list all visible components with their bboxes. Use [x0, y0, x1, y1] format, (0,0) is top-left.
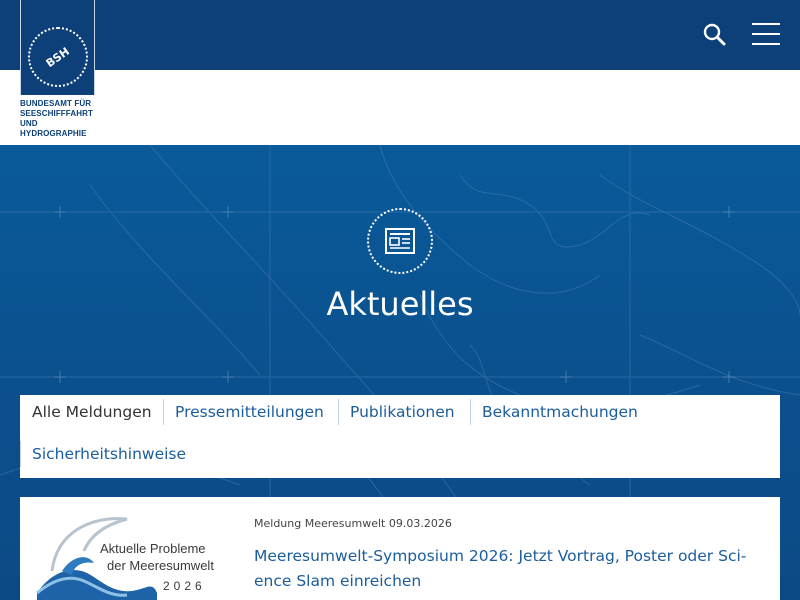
tab-divider: [20, 441, 21, 467]
news-filter-tabs: Alle Meldungen Pressemitteilungen Publik…: [20, 395, 780, 478]
newspaper-icon: [367, 208, 433, 274]
news-title-line: ence Slam einreichen: [254, 572, 422, 590]
tab-alle-meldungen[interactable]: Alle Meldungen: [32, 403, 152, 421]
news-card[interactable]: Aktuelle Probleme der Meeresumwelt 2026 …: [20, 497, 780, 600]
news-title-link[interactable]: Meeresumwelt-Symposium 2026: Jetzt Vortr…: [254, 544, 754, 594]
hamburger-menu-icon[interactable]: [752, 23, 780, 47]
thumbnail-year: 2026: [163, 579, 206, 593]
menu-bar: [752, 23, 780, 25]
logo-line: HYDROGRAPHIE: [20, 129, 87, 138]
tab-publikationen[interactable]: Publikationen: [350, 403, 455, 421]
news-meta: Meldung Meeresumwelt 09.03.2026: [254, 517, 452, 530]
thumbnail-line: Aktuelle Probleme: [100, 541, 206, 556]
menu-bar: [752, 43, 780, 45]
tab-divider: [338, 399, 339, 425]
tab-bekanntmachungen[interactable]: Bekanntmachungen: [482, 403, 638, 421]
header-white-band: [0, 70, 800, 145]
tab-divider: [470, 399, 471, 425]
news-title-line: Meeresumwelt-Symposium 2026: Jetzt Vortr…: [254, 547, 747, 565]
tab-divider: [163, 399, 164, 425]
logo-line: SEESCHIFFFAHRT: [20, 109, 93, 118]
logo-emblem: BSH: [28, 27, 88, 87]
logo-line: UND: [20, 119, 38, 128]
bsh-logo[interactable]: BSH BUNDESAMT FÜR SEESCHIFFFAHRT UND HYD…: [20, 0, 95, 145]
top-header-bar: [0, 0, 800, 70]
page-title: Aktuelles: [326, 285, 474, 323]
thumbnail-line: der Meeresumwelt: [107, 558, 214, 573]
news-thumbnail[interactable]: Aktuelle Probleme der Meeresumwelt 2026: [32, 511, 232, 600]
logo-badge: BSH: [20, 0, 95, 95]
search-icon[interactable]: [702, 22, 728, 48]
logo-line: BUNDESAMT FÜR: [20, 99, 92, 108]
logo-wordmark: BUNDESAMT FÜR SEESCHIFFFAHRT UND HYDROGR…: [20, 99, 100, 139]
tab-sicherheitshinweise[interactable]: Sicherheitshinweise: [32, 445, 186, 463]
logo-mark: BSH: [43, 44, 73, 70]
menu-bar: [752, 33, 780, 35]
tab-pressemitteilungen[interactable]: Pressemitteilungen: [175, 403, 324, 421]
